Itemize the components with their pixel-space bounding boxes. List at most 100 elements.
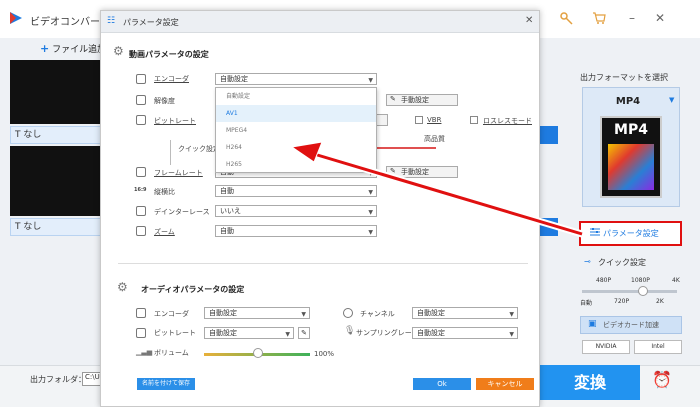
zoom-value: 自動 xyxy=(220,227,234,235)
sample-rate-select[interactable]: 自動設定 ▼ xyxy=(412,327,518,339)
resolution-icon xyxy=(136,95,146,105)
quality-slider-handle[interactable] xyxy=(638,286,648,296)
subtitle-select[interactable]: T なし xyxy=(10,126,102,144)
close-window-button[interactable]: ✕ xyxy=(652,10,668,26)
tick-auto: 自動 xyxy=(580,300,593,307)
deinterlace-icon xyxy=(136,206,146,216)
cancel-button[interactable]: キャンセル xyxy=(476,378,534,390)
format-selector[interactable]: MP4 ▼ MP4 xyxy=(582,87,680,207)
channel-select[interactable]: 自動設定 ▼ xyxy=(412,307,518,319)
channel-icon xyxy=(343,308,353,318)
resolution-manual-button[interactable]: 手動設定 xyxy=(386,94,458,106)
bracket-line xyxy=(170,140,171,165)
item-selection-bar xyxy=(540,218,558,236)
chevron-down-icon: ▼ xyxy=(285,331,290,338)
dialog-close-button[interactable]: ✕ xyxy=(525,15,533,26)
nvidia-chip[interactable]: NVIDIA xyxy=(582,340,630,354)
chevron-down-icon: ▼ xyxy=(368,77,373,84)
framerate-icon xyxy=(136,167,146,177)
format-tile-text: MP4 xyxy=(614,122,648,138)
volume-label: ボリューム xyxy=(154,349,189,357)
audio-bitrate-edit-button[interactable]: ✎ xyxy=(298,327,310,339)
vbr-checkbox[interactable] xyxy=(415,116,423,124)
app-logo-icon xyxy=(10,12,22,24)
dropdown-option[interactable]: H265 xyxy=(216,156,376,173)
audio-encoder-select[interactable]: 自動設定 ▼ xyxy=(204,307,310,319)
pencil-icon: ✎ xyxy=(390,167,396,175)
deinterlace-value: いいえ xyxy=(220,207,241,215)
manual-setting-label: 手動設定 xyxy=(401,168,429,176)
bitrate-label: ビットレート xyxy=(154,117,196,125)
audio-encoder-icon xyxy=(136,308,146,318)
convert-button[interactable]: 変換 xyxy=(540,365,640,400)
add-file-button[interactable]: + ファイル追加 xyxy=(40,42,106,55)
aspect-label: 縦横比 xyxy=(154,188,175,196)
dropdown-option-selected[interactable]: AV1 xyxy=(216,105,376,122)
section-divider xyxy=(118,263,528,264)
zoom-icon xyxy=(136,226,146,236)
alarm-clock-icon[interactable]: ⏰ xyxy=(648,370,676,396)
bitrate-quality-track[interactable] xyxy=(376,147,436,149)
dropdown-option[interactable]: 自動設定 xyxy=(216,88,376,105)
channel-value: 自動設定 xyxy=(417,309,445,317)
tick-480p: 480P xyxy=(596,277,612,284)
lossless-label: ロスレスモード xyxy=(483,117,532,125)
microphone-icon: 🎙 xyxy=(344,326,356,336)
zoom-label: ズーム xyxy=(154,228,175,236)
framerate-manual-button[interactable]: 手動設定 xyxy=(386,166,458,178)
tick-720p: 720P xyxy=(614,298,630,305)
audio-section-title: オーディオパラメータの設定 xyxy=(141,285,245,294)
quick-slider-icon: ⊸ xyxy=(584,257,591,266)
ok-button[interactable]: Ok xyxy=(413,378,471,390)
key-icon[interactable] xyxy=(560,11,574,25)
dialog-titlebar: ☷ パラメータ設定 ✕ xyxy=(101,11,539,33)
video-thumbnail[interactable] xyxy=(10,146,102,216)
encoder-value: 自動設定 xyxy=(220,75,248,83)
item-selection-bar xyxy=(540,126,558,144)
zoom-select[interactable]: 自動 ▼ xyxy=(215,225,377,237)
vbr-label: VBR xyxy=(427,116,442,124)
cart-icon[interactable] xyxy=(592,11,606,25)
sample-rate-value: 自動設定 xyxy=(417,329,445,337)
tick-2k: 2K xyxy=(656,298,664,305)
audio-bitrate-select[interactable]: 自動設定 ▼ xyxy=(204,327,294,339)
output-folder-label: 出力フォルダ： xyxy=(30,375,86,384)
pencil-icon: ✎ xyxy=(301,329,307,337)
sliders-icon xyxy=(590,228,600,236)
app-title: ビデオコンバー xyxy=(30,17,100,28)
quick-setting-label: クイック設定 xyxy=(178,145,220,153)
chevron-down-icon: ▼ xyxy=(368,209,373,216)
dropdown-option[interactable]: H264 xyxy=(216,139,376,156)
audio-bitrate-icon xyxy=(136,328,146,338)
format-tile: MP4 xyxy=(600,116,662,198)
quality-slider-track[interactable] xyxy=(582,290,677,293)
aspect-select[interactable]: 自動 ▼ xyxy=(215,185,377,197)
lossless-checkbox[interactable] xyxy=(470,116,478,124)
parameter-settings-label: パラメータ設定 xyxy=(603,229,659,238)
plus-icon: + xyxy=(40,42,50,55)
save-as-button[interactable]: 名前を付けて保存 xyxy=(137,378,195,390)
subtitle-label: なし xyxy=(23,222,42,232)
volume-icon: ▁▃▅ xyxy=(136,348,153,356)
chevron-down-icon: ▼ xyxy=(301,311,306,318)
subtitle-select[interactable]: T なし xyxy=(10,218,102,236)
minimize-button[interactable]: – xyxy=(624,10,640,26)
chevron-down-icon: ▼ xyxy=(368,189,373,196)
quick-settings-label: クイック設定 xyxy=(598,258,646,267)
dropdown-option[interactable]: MPEG4 xyxy=(216,122,376,139)
quality-high-label: 高品質 xyxy=(424,135,445,143)
audio-encoder-label: エンコーダ xyxy=(154,310,189,318)
intel-chip[interactable]: Intel xyxy=(634,340,682,354)
video-section-title: 動画パラメータの設定 xyxy=(129,50,209,59)
video-thumbnail[interactable] xyxy=(10,60,102,124)
deinterlace-select[interactable]: いいえ ▼ xyxy=(215,205,377,217)
aspect-ratio-icon: 16:9 xyxy=(134,187,147,193)
chevron-down-icon: ▼ xyxy=(368,229,373,236)
resolution-label: 解像度 xyxy=(154,97,175,105)
volume-slider-handle[interactable] xyxy=(253,348,263,358)
audio-encoder-value: 自動設定 xyxy=(209,309,237,317)
text-icon: T xyxy=(15,130,21,140)
deinterlace-label: デインターレース xyxy=(154,208,210,216)
dialog-sliders-icon: ☷ xyxy=(107,16,116,26)
encoder-select[interactable]: 自動設定 ▼ xyxy=(215,73,377,85)
